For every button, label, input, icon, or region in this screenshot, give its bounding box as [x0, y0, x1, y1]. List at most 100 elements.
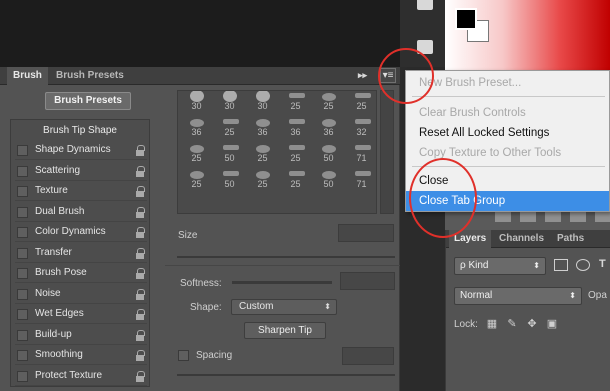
menu-item-clear-brush-controls[interactable]: Clear Brush Controls — [406, 103, 609, 123]
lock-icon[interactable] — [135, 186, 145, 197]
foreground-color-swatch[interactable] — [455, 8, 477, 30]
brush-tip-preset[interactable]: 25 — [246, 143, 279, 165]
tips-scrollbar[interactable] — [380, 90, 394, 214]
option-checkbox[interactable] — [17, 329, 28, 341]
option-checkbox[interactable] — [17, 165, 28, 177]
brush-option-row[interactable]: Scattering — [15, 163, 147, 181]
brush-option-row[interactable]: Shape Dynamics — [15, 142, 147, 160]
tab-channels[interactable]: Channels — [494, 230, 549, 248]
spacing-slider[interactable] — [177, 374, 395, 376]
brush-tip-size: 71 — [356, 179, 367, 189]
option-checkbox[interactable] — [17, 206, 28, 218]
option-checkbox[interactable] — [17, 145, 28, 156]
option-label: Noise — [35, 287, 61, 299]
brush-tip-size: 50 — [224, 153, 235, 163]
adjustment-filter-icon[interactable] — [576, 259, 590, 271]
menu-item-reset-all-locked-settings[interactable]: Reset All Locked Settings — [406, 123, 609, 143]
option-checkbox[interactable] — [17, 309, 28, 320]
lock-icon[interactable] — [135, 268, 145, 279]
brush-tip-preset[interactable]: 30 — [213, 91, 246, 113]
lock-image-pixels-icon[interactable]: ✎ — [506, 318, 518, 330]
option-checkbox[interactable] — [17, 288, 28, 300]
menu-item-new-brush-preset[interactable]: New Brush Preset... — [406, 73, 609, 93]
size-field[interactable] — [338, 224, 394, 242]
brush-tip-preset[interactable]: 50 — [312, 169, 345, 191]
brush-tip-preset[interactable]: 50 — [213, 169, 246, 191]
brush-option-row[interactable]: Texture — [15, 183, 147, 201]
option-checkbox[interactable] — [17, 350, 28, 361]
option-checkbox[interactable] — [17, 268, 28, 279]
brush-tip-shape-item[interactable]: Brush Tip Shape — [11, 122, 149, 140]
brush-tip-preset[interactable]: 25 — [213, 117, 246, 139]
brush-tip-preset[interactable]: 32 — [345, 117, 376, 139]
brush-tip-preset[interactable]: 25 — [180, 169, 213, 191]
lock-all-icon[interactable]: ▣ — [546, 318, 558, 330]
brush-tip-preset[interactable]: 25 — [279, 169, 312, 191]
brush-option-row[interactable]: Wet Edges — [15, 306, 147, 324]
brush-option-row[interactable]: Transfer — [15, 245, 147, 263]
document-area-top — [0, 0, 400, 67]
lock-icon[interactable] — [135, 350, 145, 361]
lock-icon[interactable] — [135, 247, 145, 259]
tab-paths[interactable]: Paths — [552, 230, 589, 248]
lock-icon[interactable] — [135, 165, 145, 177]
brush-tip-preset[interactable]: 50 — [312, 143, 345, 165]
softness-field[interactable] — [340, 272, 395, 290]
brush-tip-preset[interactable]: 25 — [312, 91, 345, 113]
brush-tip-preset[interactable]: 30 — [246, 91, 279, 113]
brush-option-row[interactable]: Color Dynamics — [15, 224, 147, 242]
collapse-icon[interactable]: ▸▸ — [358, 70, 367, 81]
brush-tip-preset[interactable]: 36 — [279, 117, 312, 139]
option-checkbox[interactable] — [17, 247, 28, 259]
brush-option-row[interactable]: Build-up — [15, 327, 147, 345]
select-arrows-icon: ⬍ — [533, 261, 540, 270]
pixel-filter-icon[interactable] — [554, 259, 568, 271]
shape-select[interactable]: Custom ⬍ — [231, 299, 337, 315]
brush-tip-preset[interactable]: 50 — [213, 143, 246, 165]
brush-tip-preset[interactable]: 36 — [246, 117, 279, 139]
spacing-field[interactable] — [342, 347, 394, 365]
brush-option-row[interactable]: Protect Texture — [15, 368, 147, 386]
brush-tip-size: 25 — [191, 179, 202, 189]
type-filter-icon[interactable]: T — [599, 258, 606, 270]
lock-transparent-pixels-icon[interactable]: ▦ — [486, 318, 498, 330]
tab-brush[interactable]: Brush — [7, 67, 48, 85]
brush-option-row[interactable]: Dual Brush — [15, 204, 147, 222]
brush-tip-preset[interactable]: 25 — [279, 91, 312, 113]
tab-brush-presets[interactable]: Brush Presets — [50, 67, 130, 85]
lock-icon[interactable] — [135, 288, 145, 300]
brush-tip-preset[interactable]: 30 — [180, 91, 213, 113]
brush-tip-preset[interactable]: 25 — [180, 143, 213, 165]
brush-tip-preset[interactable]: 25 — [279, 143, 312, 165]
layer-kind-filter[interactable]: ρ Kind ⬍ — [454, 257, 546, 275]
lock-position-icon[interactable]: ✥ — [526, 318, 538, 330]
softness-slider[interactable] — [232, 281, 332, 284]
size-slider[interactable] — [177, 256, 395, 258]
sharpen-tip-button[interactable]: Sharpen Tip — [244, 322, 326, 339]
option-checkbox[interactable] — [17, 227, 28, 238]
brush-option-row[interactable]: Brush Pose — [15, 265, 147, 283]
brush-tip-size: 25 — [290, 179, 301, 189]
brush-tip-preset[interactable]: 71 — [345, 169, 376, 191]
lock-icon[interactable] — [135, 206, 145, 218]
blend-mode-select[interactable]: Normal ⬍ — [454, 287, 582, 305]
panel-icon-top[interactable] — [417, 0, 433, 10]
brush-tip-preset[interactable]: 25 — [246, 169, 279, 191]
brush-tip-preset[interactable]: 36 — [180, 117, 213, 139]
option-checkbox[interactable] — [17, 186, 28, 197]
lock-icon[interactable] — [135, 227, 145, 238]
brush-tip-preset[interactable]: 36 — [312, 117, 345, 139]
lock-icon[interactable] — [135, 329, 145, 341]
lock-icon[interactable] — [135, 309, 145, 320]
lock-icon[interactable] — [135, 370, 145, 382]
spacing-checkbox[interactable] — [178, 350, 189, 361]
brush-tip-preset[interactable]: 71 — [345, 143, 376, 165]
lock-icon[interactable] — [135, 145, 145, 156]
brush-presets-button[interactable]: Brush Presets — [45, 92, 131, 110]
brush-option-row[interactable]: Noise — [15, 286, 147, 304]
option-checkbox[interactable] — [17, 370, 28, 382]
brush-tips-grid[interactable]: 30 30 30 25 25 25 36 25 36 36 36 32 25 50 25 25 50 71 25 50… — [177, 90, 377, 214]
brush-tip-icon — [355, 119, 371, 124]
brush-tip-preset[interactable]: 25 — [345, 91, 376, 113]
brush-option-row[interactable]: Smoothing — [15, 347, 147, 365]
